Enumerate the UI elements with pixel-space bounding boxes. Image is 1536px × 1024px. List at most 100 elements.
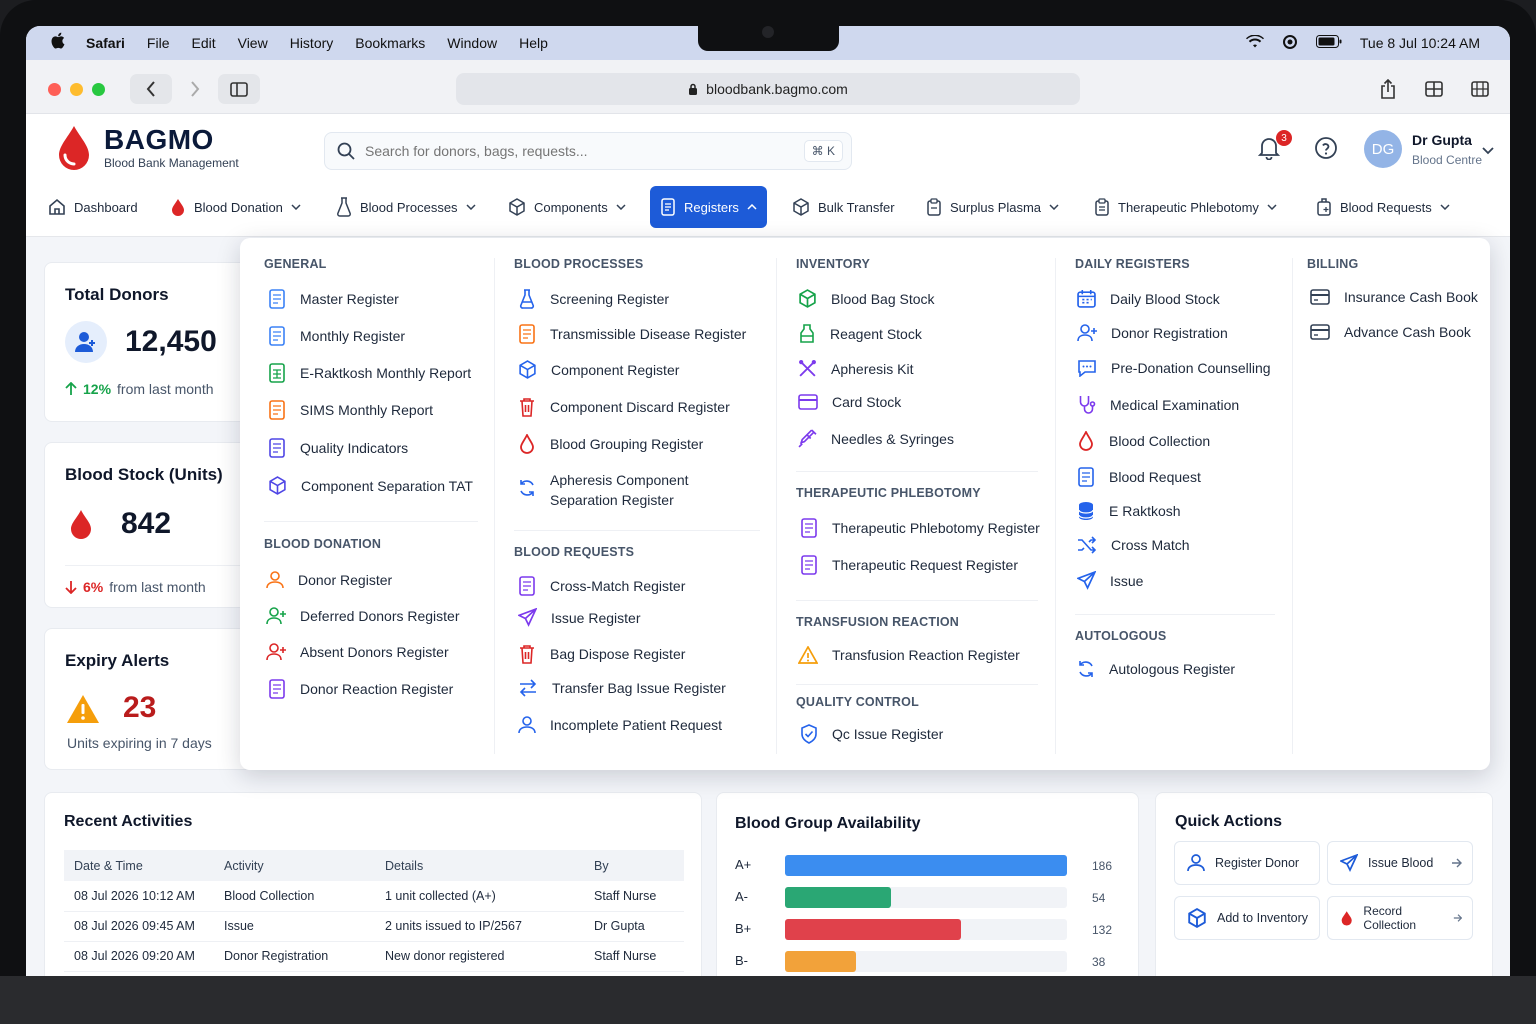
tab-overview-button[interactable] [1464, 74, 1496, 104]
nav-surplus-plasma[interactable]: Surplus Plasma [926, 186, 1059, 228]
menu-therapeutic-request-register[interactable]: Therapeutic Request Register [800, 555, 1018, 575]
blood-drop-outline-icon [1079, 431, 1093, 451]
apple-icon[interactable] [50, 32, 68, 54]
table-row[interactable]: 08 Jul 2026 10:12 AM Blood Collection 1 un… [64, 881, 684, 912]
nav-registers[interactable]: Registers [650, 186, 767, 228]
user-menu-chevron-icon[interactable] [1482, 142, 1494, 160]
menu-blood-bag-stock[interactable]: Blood Bag Stock [798, 289, 935, 308]
nav-therapeutic-phlebotomy[interactable]: Therapeutic Phlebotomy [1094, 186, 1277, 228]
menubar-app-name[interactable]: Safari [86, 35, 125, 51]
menu-blood-collection[interactable]: Blood Collection [1077, 431, 1210, 451]
search-input[interactable] [365, 143, 794, 159]
quick-actions-panel: Quick Actions Register Donor Issue Blood… [1155, 792, 1493, 976]
zoom-window-button[interactable] [92, 83, 105, 96]
nav-dashboard[interactable]: Dashboard [48, 186, 138, 228]
sidebar-toggle-button[interactable] [218, 74, 260, 104]
section-inventory: INVENTORY [796, 257, 871, 271]
issue-blood-button[interactable]: Issue Blood [1327, 841, 1473, 885]
menu-master-register[interactable]: Master Register [268, 289, 399, 309]
close-window-button[interactable] [48, 83, 61, 96]
menu-donor-register[interactable]: Donor Register [266, 571, 392, 589]
menu-cross-match[interactable]: Cross Match [1077, 536, 1190, 554]
menubar-window[interactable]: Window [447, 35, 497, 51]
forward-button[interactable] [174, 74, 216, 104]
user-avatar[interactable]: DG [1364, 130, 1402, 168]
user-name[interactable]: Dr Gupta [1412, 132, 1472, 148]
menu-apheresis-kit[interactable]: Apheresis Kit [798, 359, 913, 378]
battery-icon[interactable] [1315, 35, 1342, 51]
menu-blood-request[interactable]: Blood Request [1077, 467, 1201, 487]
nav-components[interactable]: Components [508, 186, 626, 228]
chevron-down-icon [1049, 204, 1059, 210]
menu-needles-syringes[interactable]: Needles & Syringes [798, 429, 954, 448]
menu-component-separation-tat[interactable]: Component Separation TAT [268, 476, 473, 495]
menu-donor-registration[interactable]: Donor Registration [1077, 324, 1228, 342]
menu-issue-register[interactable]: Issue Register [518, 608, 640, 627]
panel-title: Blood Group Availability [735, 815, 921, 832]
menu-pre-donation-counselling[interactable]: Pre-Donation Counselling [1077, 359, 1271, 377]
menu-screening-register[interactable]: Screening Register [518, 289, 669, 309]
menu-advance-cash-book[interactable]: Advance Cash Book [1310, 324, 1471, 340]
nav-blood-requests[interactable]: Blood Requests [1316, 186, 1450, 228]
minimize-window-button[interactable] [70, 83, 83, 96]
menu-component-register[interactable]: Component Register [518, 360, 679, 379]
register-donor-button[interactable]: Register Donor [1174, 841, 1320, 885]
menu-transmissible-disease-register[interactable]: Transmissible Disease Register [518, 324, 746, 344]
shield-check-icon [801, 724, 817, 744]
arrow-right-icon [1453, 914, 1462, 922]
share-icon [1381, 79, 1395, 99]
menubar-file[interactable]: File [147, 35, 170, 51]
menubar-clock[interactable]: Tue 8 Jul 10:24 AM [1360, 35, 1480, 51]
menu-autologous-register[interactable]: Autologous Register [1077, 660, 1235, 678]
nav-blood-processes[interactable]: Blood Processes [336, 186, 476, 228]
menu-blood-grouping-register[interactable]: Blood Grouping Register [518, 434, 703, 454]
menu-cross-match-register[interactable]: Cross-Match Register [518, 576, 685, 596]
menu-bag-dispose-register[interactable]: Bag Dispose Register [518, 644, 685, 664]
menu-incomplete-patient-request[interactable]: Incomplete Patient Request [518, 716, 722, 734]
menu-transfer-bag-issue-register[interactable]: Transfer Bag Issue Register [518, 679, 726, 697]
menu-monthly-register[interactable]: Monthly Register [268, 326, 405, 346]
nav-label: Registers [684, 199, 739, 215]
global-search[interactable]: ⌘ K [324, 132, 852, 170]
back-button[interactable] [130, 74, 172, 104]
nav-blood-donation[interactable]: Blood Donation [170, 186, 301, 228]
menu-card-stock[interactable]: Card Stock [798, 394, 901, 410]
menu-medical-examination[interactable]: Medical Examination [1077, 395, 1239, 415]
menubar-view[interactable]: View [238, 35, 268, 51]
sidebar-icon [230, 81, 248, 97]
wifi-icon[interactable] [1245, 34, 1264, 52]
menu-donor-reaction-register[interactable]: Donor Reaction Register [268, 679, 453, 699]
add-to-inventory-button[interactable]: Add to Inventory [1174, 896, 1320, 940]
nav-bulk-transfer[interactable]: Bulk Transfer [792, 186, 895, 228]
menu-issue[interactable]: Issue [1077, 571, 1143, 590]
menu-component-discard-register[interactable]: Component Discard Register [518, 397, 730, 417]
menu-quality-indicators[interactable]: Quality Indicators [268, 438, 408, 458]
cube-icon [793, 198, 809, 216]
menu-apheresis-component-separation-register[interactable]: Apheresis Component Separation Register [518, 470, 689, 510]
table-row[interactable]: 08 Jul 2026 09:20 AM Donor Registration Ne… [64, 941, 684, 972]
address-bar[interactable]: bloodbank.bagmo.com [456, 73, 1080, 105]
record-collection-button[interactable]: Record Collection [1327, 896, 1473, 940]
menubar-history[interactable]: History [290, 35, 334, 51]
new-tab-button[interactable] [1418, 74, 1450, 104]
menu-e-raktkosh-monthly-report[interactable]: E-Raktkosh Monthly Report [268, 363, 471, 383]
brand-logo[interactable]: BAGMO Blood Bank Management [54, 124, 239, 172]
menu-deferred-donors-register[interactable]: Deferred Donors Register [266, 607, 460, 625]
menu-qc-issue-register[interactable]: Qc Issue Register [800, 724, 943, 744]
menu-e-raktkosh[interactable]: E Raktkosh [1077, 501, 1181, 521]
table-row[interactable]: 08 Jul 2026 09:45 AM Issue 2 units issued … [64, 911, 684, 942]
control-center-icon[interactable] [1282, 34, 1298, 53]
menu-sims-monthly-report[interactable]: SIMS Monthly Report [268, 400, 433, 420]
menubar-help[interactable]: Help [519, 35, 548, 51]
card-icon [1310, 324, 1330, 340]
menu-daily-blood-stock[interactable]: Daily Blood Stock [1077, 289, 1220, 308]
menu-therapeutic-phlebotomy-register[interactable]: Therapeutic Phlebotomy Register [800, 518, 1040, 538]
menu-reagent-stock[interactable]: Reagent Stock [798, 324, 922, 344]
help-button[interactable] [1314, 136, 1338, 165]
menubar-bookmarks[interactable]: Bookmarks [355, 35, 425, 51]
share-button[interactable] [1372, 74, 1404, 104]
menubar-edit[interactable]: Edit [191, 35, 215, 51]
menu-insurance-cash-book[interactable]: Insurance Cash Book [1310, 289, 1478, 305]
menu-transfusion-reaction-register[interactable]: Transfusion Reaction Register [798, 646, 1020, 664]
menu-absent-donors-register[interactable]: Absent Donors Register [266, 643, 449, 661]
